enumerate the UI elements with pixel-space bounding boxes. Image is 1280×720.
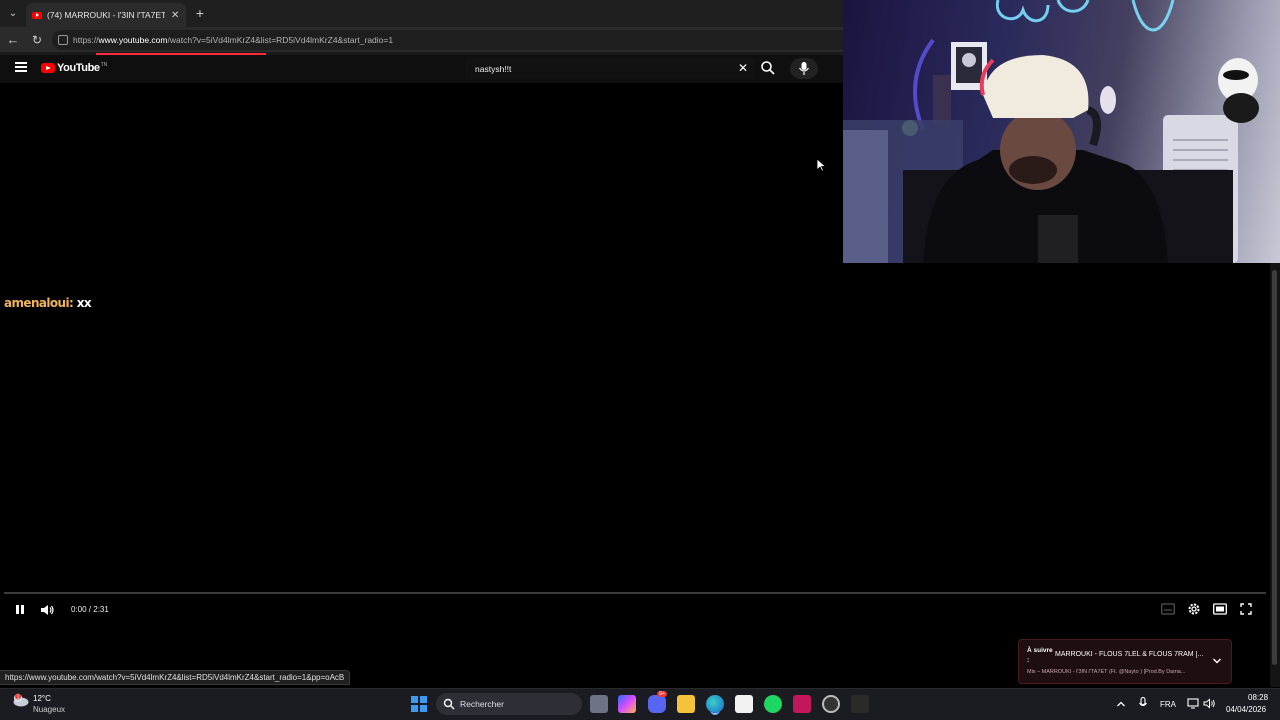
search-input-value: nastysh!!t — [475, 63, 512, 74]
site-info-icon[interactable] — [58, 35, 68, 45]
youtube-logo[interactable]: YouTube TN — [41, 61, 107, 75]
clock-date[interactable]: 04/04/2026 — [1226, 705, 1266, 714]
pause-icon — [16, 605, 19, 614]
theater-mode-button[interactable] — [1213, 603, 1227, 615]
speaker-volume-icon[interactable] — [1203, 698, 1216, 709]
youtube-favicon-icon — [32, 11, 42, 19]
tab-close-icon[interactable]: ✕ — [171, 10, 179, 21]
search-button[interactable] — [760, 60, 776, 76]
youtube-country-code: TN — [100, 62, 108, 68]
keyboard-language[interactable]: FRA — [1160, 700, 1176, 709]
tab-list-dropdown-button[interactable]: ⌄ — [4, 5, 22, 22]
url-host: www.youtube.com — [98, 35, 168, 45]
time-display: 0:00 / 2:31 — [71, 605, 109, 614]
up-next-label: À suivre : — [1027, 647, 1053, 664]
microsoft-store-icon[interactable] — [735, 695, 753, 713]
settings-gear-icon[interactable] — [1187, 602, 1201, 616]
url-path: /watch?v=5iVd4lmKrZ4&list=RD5iVd4lmKrZ4&… — [167, 35, 394, 45]
microphone-icon — [799, 62, 809, 75]
taskbar-search-icon — [443, 698, 455, 710]
discord-badge: 9+ — [657, 691, 668, 697]
stream-chat-message: amenaloui: xx — [4, 296, 92, 310]
mouse-cursor-icon — [816, 158, 826, 172]
hamburger-menu-icon[interactable] — [15, 62, 27, 72]
clock-time[interactable]: 08:28 — [1248, 693, 1268, 702]
chevron-down-icon[interactable] — [1212, 656, 1222, 666]
up-next-title: MARROUKI - FLOUS 7LEL & FLOUS 7RAM [... — [1055, 651, 1204, 658]
windows-taskbar — [0, 688, 1280, 720]
app-red-icon[interactable] — [793, 695, 811, 713]
weather-badge: 1 — [16, 695, 19, 701]
youtube-play-logo-icon — [41, 63, 55, 73]
taskbar-search-box[interactable]: Rechercher — [436, 693, 582, 715]
link-status-bar: https://www.youtube.com/watch?v=5iVd4lmK… — [0, 670, 351, 685]
browser-tab-active[interactable]: (74) MARROUKI - l'3IN l'TA7ET (Ft ✕ — [26, 3, 186, 27]
page-scrollbar-thumb[interactable] — [1272, 270, 1277, 665]
discord-icon[interactable]: 9+ — [648, 691, 668, 713]
voice-search-button[interactable] — [790, 58, 818, 79]
taskbar-search-placeholder: Rechercher — [460, 699, 504, 709]
up-next-subtitle: Mix – MARROUKI - l'3IN l'TA7ET (Ft. @Nay… — [1027, 669, 1186, 675]
reload-button[interactable]: ↻ — [29, 31, 45, 49]
webcam-overlay — [843, 0, 1280, 263]
search-input[interactable]: nastysh!!t — [465, 58, 755, 79]
weather-cloud-icon[interactable]: 1 — [12, 693, 30, 707]
back-button[interactable]: ← — [5, 31, 21, 49]
webcam-scene-image — [843, 0, 1259, 263]
network-icon[interactable] — [1187, 698, 1199, 709]
url-prefix: https:// — [73, 35, 99, 45]
file-explorer-icon[interactable] — [677, 695, 695, 713]
tab-title: (74) MARROUKI - l'3IN l'TA7ET (Ft — [47, 10, 165, 20]
pause-button[interactable] — [14, 603, 26, 616]
copilot-icon[interactable] — [618, 695, 636, 713]
weather-description: Nuageux — [33, 705, 66, 714]
tray-microphone-icon[interactable] — [1138, 697, 1148, 710]
task-view-icon[interactable] — [590, 695, 608, 713]
url-text: https://www.youtube.com/watch?v=5iVd4lmK… — [73, 35, 393, 45]
chat-message-text: xx — [76, 296, 92, 310]
fullscreen-button[interactable] — [1240, 603, 1252, 615]
spotify-icon[interactable] — [764, 695, 782, 713]
app-gear-icon[interactable] — [822, 695, 840, 713]
clear-search-icon[interactable]: ✕ — [736, 61, 750, 75]
show-hidden-icons-chevron-icon[interactable] — [1116, 699, 1126, 709]
volume-button[interactable] — [39, 602, 55, 618]
address-bar[interactable]: https://www.youtube.com/watch?v=5iVd4lmK… — [52, 30, 843, 50]
app-tray-icon[interactable] — [851, 695, 869, 713]
subtitles-button[interactable] — [1161, 603, 1175, 615]
new-tab-button[interactable]: + — [193, 5, 207, 21]
youtube-logo-text: YouTube — [57, 62, 100, 74]
weather-temperature: 12°C — [33, 694, 51, 703]
edge-browser-icon[interactable] — [706, 695, 724, 713]
video-progress-bar[interactable] — [4, 592, 1266, 594]
windows-start-icon[interactable] — [411, 696, 427, 712]
chat-username: amenaloui: — [4, 296, 74, 310]
